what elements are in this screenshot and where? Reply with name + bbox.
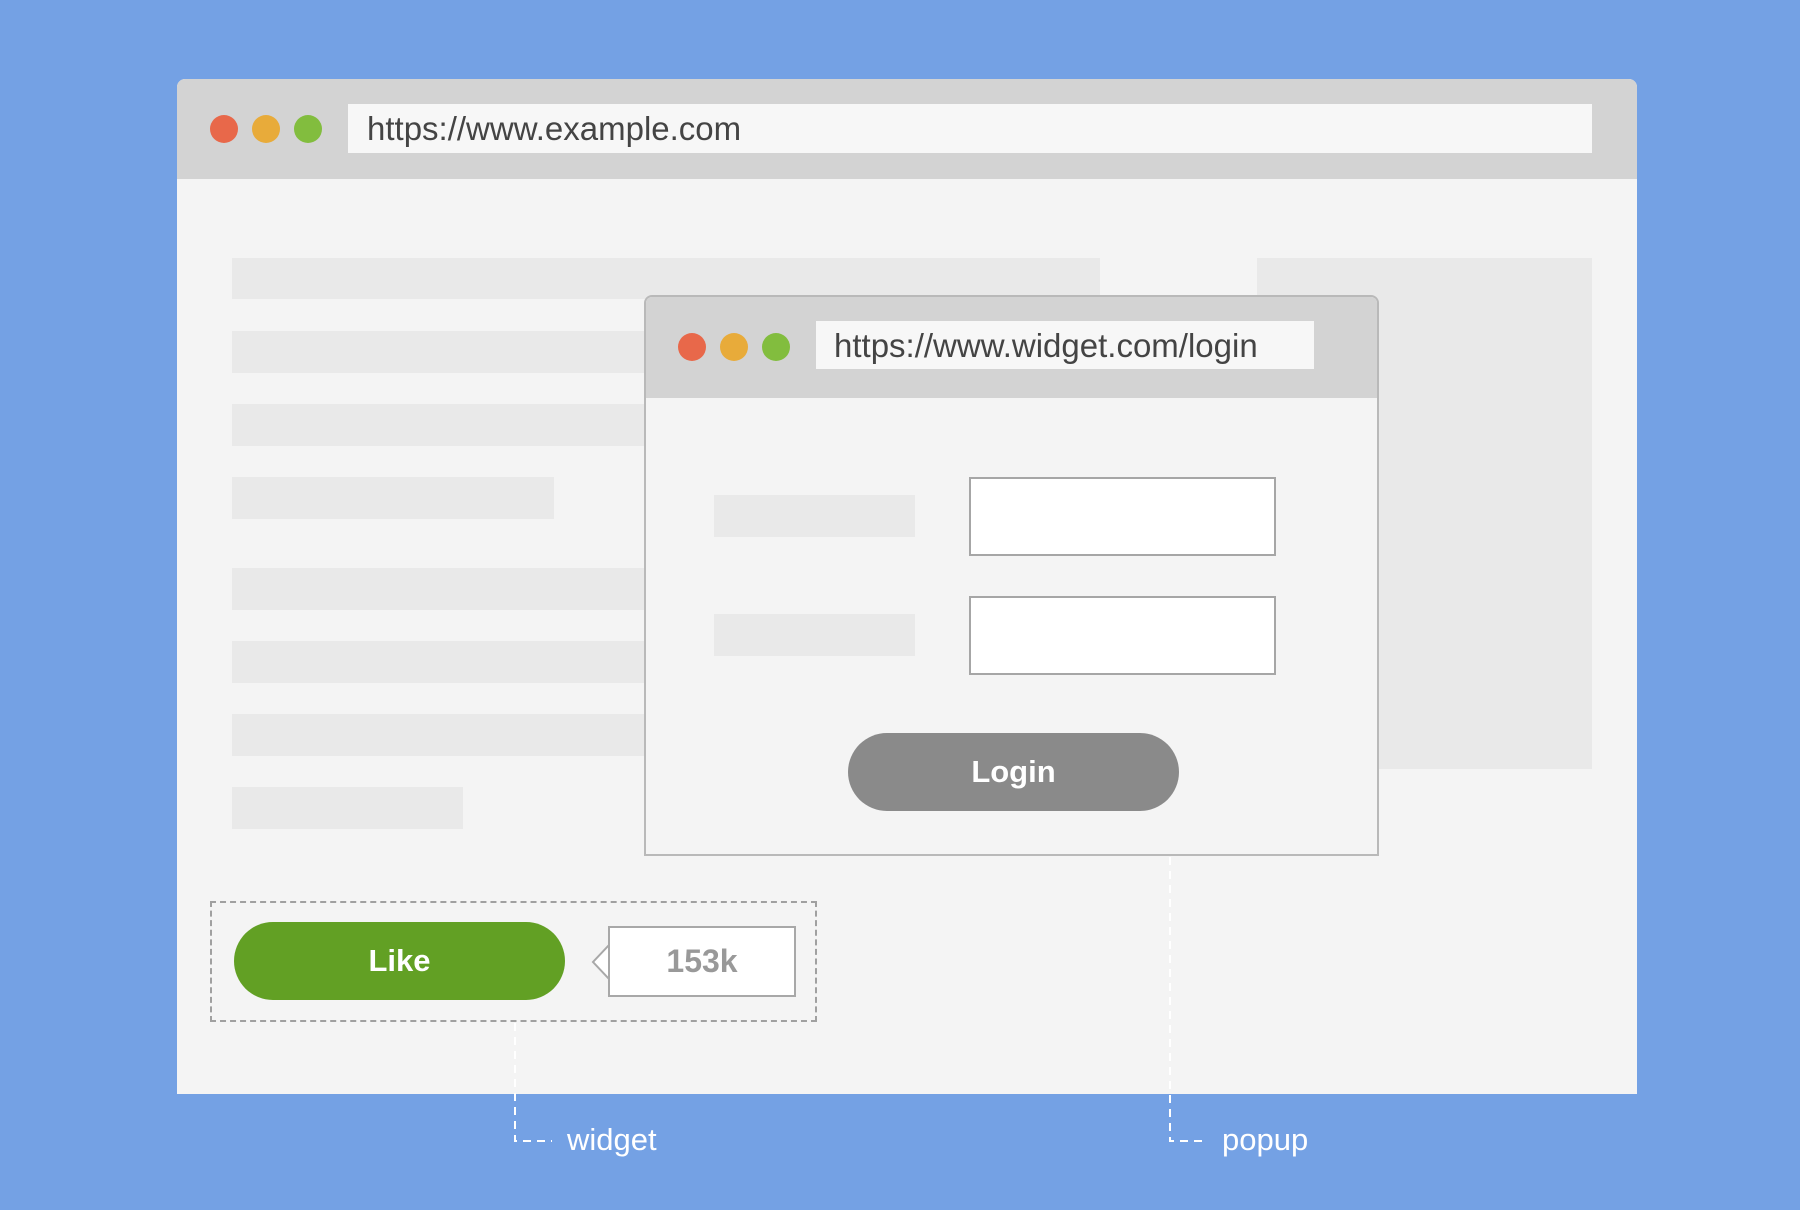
widget-annotation-label: widget: [567, 1122, 657, 1157]
popup-annotation-label: popup: [1222, 1122, 1309, 1157]
annotation-connectors: [514, 857, 1207, 1142]
popup-connector-line: [1169, 857, 1207, 1142]
widget-connector-line: [514, 1023, 552, 1142]
